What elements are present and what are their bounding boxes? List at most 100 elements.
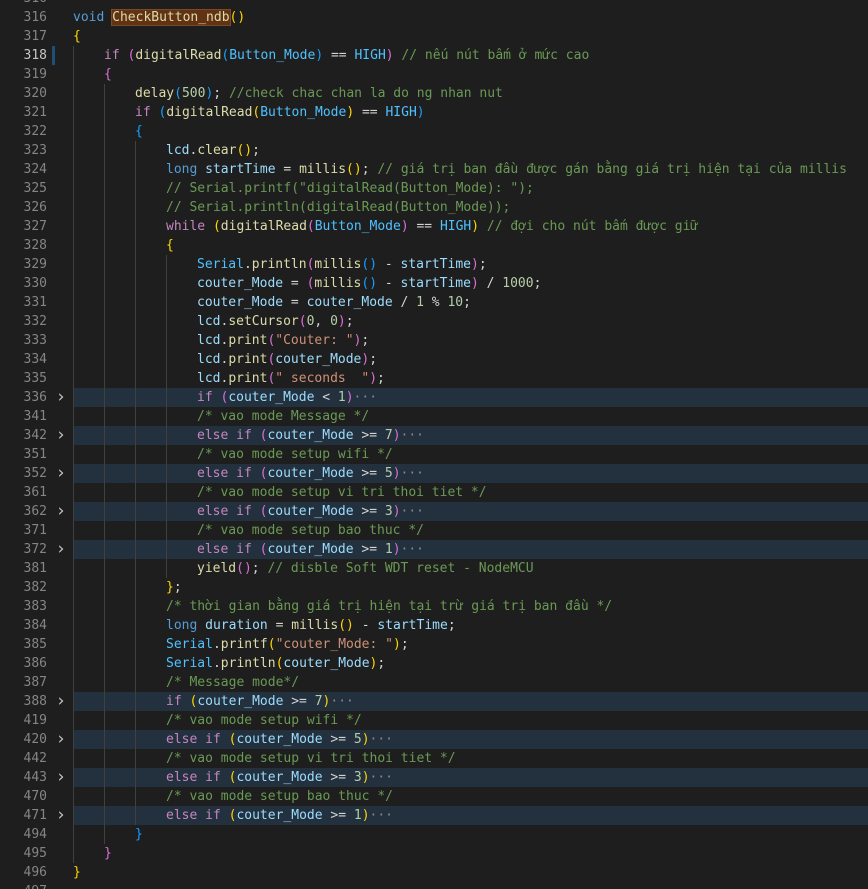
code-line[interactable]: 371 /* vao mode setup bao thuc */ [0,521,868,540]
code-text[interactable]: { [73,122,868,141]
code-text[interactable]: /* vao mode setup wifi */ [73,445,868,464]
folded-ellipsis[interactable]: ··· [401,504,424,519]
code-line[interactable]: 385 Serial.printf("couter_Mode: "); [0,635,868,654]
code-line[interactable]: 335 lcd.print(" seconds "); [0,369,868,388]
code-text[interactable]: else if (couter_Mode >= 5)··· [73,730,868,749]
code-line[interactable]: 382}; [0,578,868,597]
code-text[interactable]: /* vao mode setup bao thuc */ [73,787,868,806]
code-text[interactable]: long startTime = millis(); // giá trị ba… [73,160,868,179]
code-line[interactable]: 322 { [0,122,868,141]
code-line[interactable]: 381 yield(); // disble Soft WDT reset - N… [0,559,868,578]
code-line[interactable]: 316 void CheckButton_ndb() [0,8,868,27]
code-line[interactable]: 321 if (digitalRead(Button_Mode) == HIGH) [0,103,868,122]
code-text[interactable]: { [73,27,868,46]
code-text[interactable]: { [73,65,868,84]
code-line[interactable]: 336 › if (couter_Mode < 1)··· [0,388,868,407]
code-text[interactable]: lcd.setCursor(0, 0); [73,312,868,331]
code-text[interactable]: else if (couter_Mode >= 5)··· [73,464,868,483]
chevron-right-icon[interactable]: › [54,502,68,521]
folded-ellipsis[interactable]: ··· [401,466,424,481]
code-line[interactable]: 494} [0,825,868,844]
code-text[interactable]: /* vao mode setup wifi */ [73,711,868,730]
code-line[interactable]: 386 Serial.println(couter_Mode); [0,654,868,673]
code-text[interactable]: delay(500); //check chac chan la do ng n… [73,84,868,103]
code-line[interactable]: 320 delay(500); //check chac chan la do n… [0,84,868,103]
code-line[interactable]: 333 lcd.print("Couter: "); [0,331,868,350]
code-line[interactable]: 388 › if (couter_Mode >= 7)··· [0,692,868,711]
code-text[interactable]: while (digitalRead(Button_Mode) == HIGH)… [73,217,868,236]
code-text[interactable]: /* vao mode setup vi tri thoi tiet */ [73,749,868,768]
code-text[interactable]: } [73,825,868,844]
code-text[interactable]: }; [73,578,868,597]
code-text[interactable]: lcd.print(couter_Mode); [73,350,868,369]
code-text[interactable]: lcd.clear(); [73,141,868,160]
code-text[interactable]: long duration = millis() - startTime; [73,616,868,635]
code-text[interactable]: void CheckButton_ndb() [73,8,868,27]
code-line[interactable]: 419 /* vao mode setup wifi */ [0,711,868,730]
code-text[interactable]: Serial.printf("couter_Mode: "); [73,635,868,654]
code-line[interactable]: 329 Serial.println(millis() - startTime); [0,255,868,274]
code-line[interactable]: 342 › else if (couter_Mode >= 7)··· [0,426,868,445]
code-line[interactable]: 496} [0,863,868,882]
code-text[interactable]: else if (couter_Mode >= 1)··· [73,806,868,825]
code-line[interactable]: 384 long duration = millis() - startTime; [0,616,868,635]
code-line[interactable]: 317 { [0,27,868,46]
code-line[interactable]: 420 › else if (couter_Mode >= 5)··· [0,730,868,749]
code-text[interactable]: lcd.print("Couter: "); [73,331,868,350]
folded-ellipsis[interactable]: ··· [370,808,393,823]
code-text[interactable]: { [73,236,868,255]
code-line[interactable]: 327 while (digitalRead(Button_Mode) == HI… [0,217,868,236]
code-text[interactable]: /* thời gian bằng giá trị hiện tại trừ g… [73,597,868,616]
code-line[interactable]: 328 { [0,236,868,255]
folded-ellipsis[interactable]: ··· [370,770,393,785]
code-line[interactable]: 331 couter_Mode = couter_Mode / 1 % 10; [0,293,868,312]
code-line[interactable]: 324 long startTime = millis(); // giá trị… [0,160,868,179]
folded-ellipsis[interactable]: ··· [354,390,377,405]
chevron-right-icon[interactable]: › [54,806,68,825]
code-text[interactable] [73,882,868,889]
code-line[interactable]: 323 lcd.clear(); [0,141,868,160]
code-text[interactable]: if (digitalRead(Button_Mode) == HIGH) //… [73,46,868,65]
code-line[interactable]: 442 /* vao mode setup vi tri thoi tiet */ [0,749,868,768]
code-text[interactable]: else if (couter_Mode >= 3)··· [73,768,868,787]
folded-ellipsis[interactable]: ··· [401,542,424,557]
chevron-right-icon[interactable]: › [54,692,68,711]
code-line[interactable]: 361 /* vao mode setup vi tri thoi tiet */ [0,483,868,502]
code-editor[interactable]: 316316void CheckButton_ndb()317{318if (d… [0,0,868,889]
code-text[interactable]: Serial.println(couter_Mode); [73,654,868,673]
code-line[interactable]: 319 { [0,65,868,84]
folded-ellipsis[interactable]: ··· [330,694,353,709]
code-line[interactable]: 334 lcd.print(couter_Mode); [0,350,868,369]
code-text[interactable]: /* vao mode setup vi tri thoi tiet */ [73,483,868,502]
code-line[interactable]: 318 if (digitalRead(Button_Mode) == HIGH)… [0,46,868,65]
code-line[interactable]: 326 // Serial.println(digitalRead(Button_… [0,198,868,217]
code-text[interactable]: // Serial.printf("digitalRead(Button_Mod… [73,179,868,198]
code-line[interactable]: 383 /* thời gian bằng giá trị hiện tại tr… [0,597,868,616]
code-text[interactable]: if (couter_Mode >= 7)··· [73,692,868,711]
code-line[interactable]: 330 couter_Mode = (millis() - startTime) … [0,274,868,293]
code-line[interactable]: 316 [0,0,868,8]
code-line[interactable]: 495} [0,844,868,863]
chevron-right-icon[interactable]: › [54,730,68,749]
chevron-right-icon[interactable]: › [54,540,68,559]
code-text[interactable]: /* Message mode*/ [73,673,868,692]
chevron-right-icon[interactable]: › [54,464,68,483]
code-line[interactable]: 332 lcd.setCursor(0, 0); [0,312,868,331]
code-line[interactable]: 471 › else if (couter_Mode >= 1)··· [0,806,868,825]
code-line[interactable]: 497 [0,882,868,889]
folded-ellipsis[interactable]: ··· [401,428,424,443]
folded-ellipsis[interactable]: ··· [370,732,393,747]
code-text[interactable]: couter_Mode = couter_Mode / 1 % 10; [73,293,868,312]
code-line[interactable]: 341 /* vao mode Message */ [0,407,868,426]
code-text[interactable]: else if (couter_Mode >= 7)··· [73,426,868,445]
code-line[interactable]: 372 › else if (couter_Mode >= 1)··· [0,540,868,559]
chevron-right-icon[interactable]: › [54,388,68,407]
code-line[interactable]: 470 /* vao mode setup bao thuc */ [0,787,868,806]
code-text[interactable]: else if (couter_Mode >= 3)··· [73,502,868,521]
code-text[interactable] [73,0,868,8]
code-text[interactable]: lcd.print(" seconds "); [73,369,868,388]
code-line[interactable]: 325 // Serial.printf("digitalRead(Button_… [0,179,868,198]
code-text[interactable]: } [73,863,868,882]
code-line[interactable]: 443 › else if (couter_Mode >= 3)··· [0,768,868,787]
code-text[interactable]: couter_Mode = (millis() - startTime) / 1… [73,274,868,293]
